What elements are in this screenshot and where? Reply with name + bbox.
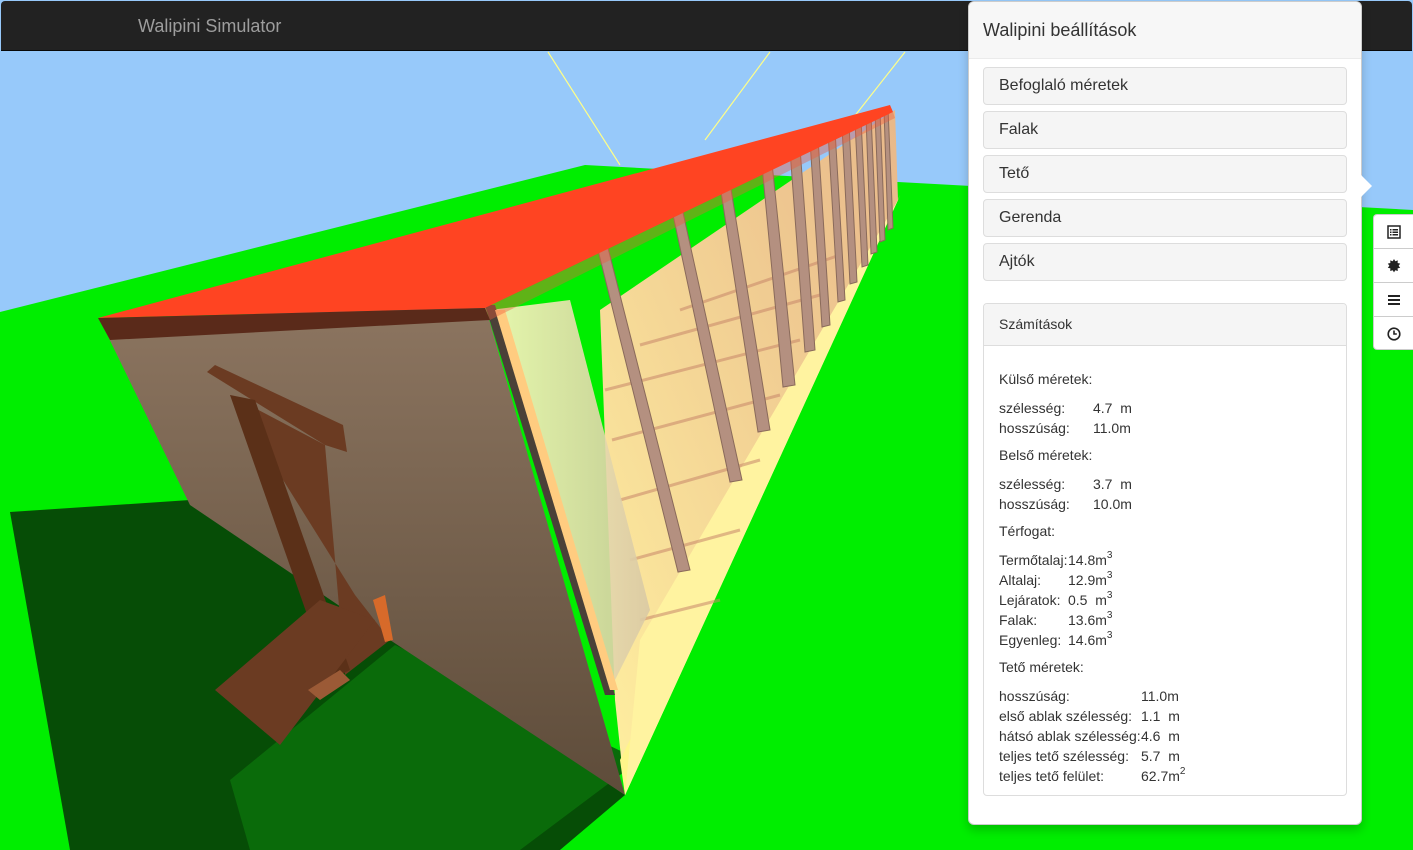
row-exponent: 2 [1179,766,1186,778]
table-row: hátsó ablak szélesség: 4.6 m [999,726,1185,746]
row-value: 11.0m [1141,688,1179,704]
row-label: első ablak szélesség: [999,708,1133,724]
menu-button[interactable] [1374,283,1413,317]
app-brand[interactable]: Walipini Simulator [138,16,281,37]
table-row: teljes tető felület: 62.7m2 [999,766,1185,786]
table-row: Altalaj: 12.9m3 [999,570,1112,590]
row-exponent: 3 [1106,570,1113,582]
row-value: 10.0m [1093,496,1132,512]
table-row: Falak: 13.6m3 [999,610,1112,630]
row-value: 14.8m [1068,552,1107,568]
row-value: 12.9m [1068,572,1107,588]
panel-title: Walipini beállítások [969,2,1361,59]
table-row: első ablak szélesség: 1.1 m [999,706,1185,726]
row-label: szélesség: [999,400,1066,416]
row-value: 1.1 m [1141,708,1180,724]
roof-dimensions-table: hosszúság: 11.0m első ablak szélesség: 1… [999,686,1185,786]
row-label: hátsó ablak szélesség: [999,728,1141,744]
row-value: 0.5 m [1068,592,1107,608]
table-row: Termőtalaj: 14.8m3 [999,550,1112,570]
row-exponent: 3 [1106,550,1113,562]
row-label: hosszúság: [999,496,1070,512]
table-row: teljes tető szélesség: 5.7 m [999,746,1185,766]
row-label: Termőtalaj: [999,552,1068,568]
row-label: Egyenleg: [999,632,1062,648]
row-label: Altalaj: [999,572,1042,588]
volume-table: Termőtalaj: 14.8m3 Altalaj: 12.9m3 Lejár… [999,550,1112,650]
row-exponent: 3 [1106,610,1113,622]
roof-dimensions-title: Tető méretek: [999,659,1084,675]
table-row: Egyenleg: 14.6m3 [999,630,1112,650]
volume-title: Térfogat: [999,523,1056,539]
row-value: 5.7 m [1141,748,1180,764]
row-label: teljes tető szélesség: [999,748,1129,764]
row-label: teljes tető felület: [999,768,1105,784]
certificate-icon [1387,258,1400,272]
table-row: szélesség: 4.7 m [999,398,1132,418]
section-falak[interactable]: Falak [983,111,1347,149]
outer-dimensions-title: Külső méretek: [999,371,1093,387]
row-value: 13.6m [1068,612,1107,628]
row-value: 14.6m [1068,632,1107,648]
inner-dimensions-table: szélesség: 3.7 m hosszúság: 10.0m [999,474,1132,514]
table-row: hosszúság: 11.0m [999,418,1132,438]
section-gerenda[interactable]: Gerenda [983,199,1347,237]
sun-settings-button[interactable] [1374,249,1413,283]
row-exponent: 3 [1106,590,1113,602]
clock-icon [1386,327,1401,341]
table-row: Lejáratok: 0.5 m3 [999,590,1112,610]
row-label: szélesség: [999,476,1066,492]
settings-panel: Walipini beállítások Befoglaló méretek F… [968,1,1362,825]
row-label: hosszúság: [999,420,1070,436]
section-teto[interactable]: Tető [983,155,1347,193]
settings-panel-toggle-button[interactable] [1374,215,1413,249]
row-exponent: 3 [1106,630,1113,642]
panel-arrow [1361,175,1372,197]
tool-strip [1373,214,1413,350]
section-befoglalo-meretek[interactable]: Befoglaló méretek [983,67,1347,105]
table-row: hosszúság: 10.0m [999,494,1132,514]
row-value: 3.7 m [1093,476,1132,492]
table-row: hosszúság: 11.0m [999,686,1185,706]
row-label: hosszúság: [999,688,1070,704]
row-value: 62.7m [1141,768,1180,784]
row-value: 4.6 m [1141,728,1180,744]
menu-icon [1387,294,1400,305]
row-value: 11.0m [1093,420,1131,436]
inner-dimensions-title: Belső méretek: [999,447,1093,463]
calculations-panel: Számítások Külső méretek: szélesség: 4.7… [983,303,1347,796]
section-ajtok[interactable]: Ajtók [983,243,1347,281]
outer-dimensions-table: szélesség: 4.7 m hosszúság: 11.0m [999,398,1132,438]
time-settings-button[interactable] [1374,317,1413,351]
calculations-heading[interactable]: Számítások [984,304,1346,346]
row-label: Lejáratok: [999,592,1061,608]
row-value: 4.7 m [1093,400,1132,416]
row-label: Falak: [999,612,1038,628]
list-alt-icon [1386,224,1401,239]
table-row: szélesség: 3.7 m [999,474,1132,494]
